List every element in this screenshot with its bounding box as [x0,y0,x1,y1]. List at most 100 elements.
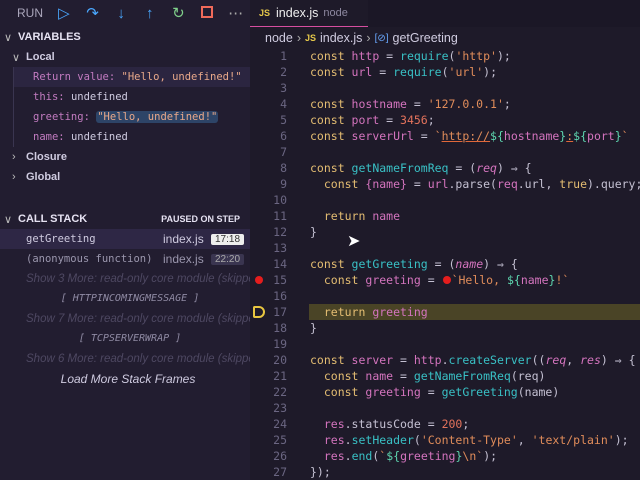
variable-symbol-icon: [⊘] [374,32,389,44]
line-text: const server = http.createServer((req, r… [310,352,636,368]
step-out-icon[interactable]: ↑ [135,5,164,22]
code-token: = [406,97,428,111]
code-token: const [310,129,352,143]
code-token: 'Content-Type' [420,433,518,447]
stack-frame[interactable]: (anonymous function) index.js 22:20 [0,249,250,269]
code-token: name [372,209,401,223]
code-token: url [427,177,449,191]
scope-local[interactable]: ∨ Local [0,47,250,67]
code-token: req [545,353,567,367]
variable-item[interactable]: greeting: "Hello, undefined!" [13,107,250,127]
variable-item[interactable]: Return value: "Hello, undefined!" [13,67,250,87]
code-line: 9 const {name} = url.parse(req.url, true… [250,176,640,192]
variable-name: name [33,131,59,143]
variable-item[interactable]: this: undefined [13,87,250,107]
load-more-stack-frames[interactable]: Load More Stack Frames [0,369,250,389]
code-token: return [310,305,373,319]
code-line: 21 const name = getNameFromReq(req) [250,368,640,384]
code-token: req [476,161,497,175]
code-token: ) ⇒ { [483,257,518,271]
line-number: 19 [273,337,287,351]
frame-function: (anonymous function) [26,253,153,265]
code-token: ; [462,417,470,431]
breadcrumb-item[interactable]: index.js [320,31,362,45]
show-more-frames[interactable]: Show 7 More: read-only core module (skip… [0,309,250,329]
stop-icon[interactable] [193,5,222,22]
code-token: }); [310,465,331,479]
scope-closure[interactable]: › Closure [0,147,250,167]
code-token: (( [531,353,546,367]
call-stack-header[interactable]: ∨ CALL STACK PAUSED ON STEP [0,209,250,229]
line-text: const hostname = '127.0.0.1'; [310,96,511,112]
code-token: server [351,353,394,367]
code-token: res [310,433,345,447]
show-more-frames[interactable]: Show 6 More: read-only core module (skip… [0,349,250,369]
code-token: const [310,177,366,191]
line-number: 23 [273,401,287,415]
line-text: const port = 3456; [310,112,435,128]
code-token: = [393,353,414,367]
tab-description: node [323,7,348,19]
code-token: .statusCode = [344,417,442,431]
code-token: . [441,353,449,367]
code-token: ) ⇒ { [600,353,636,367]
code-token: require [393,65,442,79]
code-line: 15 const greeting = `Hello, ${name}!` [250,272,640,288]
line-number: 9 [280,177,287,191]
code-token: name [455,257,484,271]
variables-header[interactable]: ∨ VARIABLES [0,27,250,47]
code-token: port [587,129,615,143]
step-into-icon[interactable]: ↓ [107,5,136,22]
inline-breakpoint-icon[interactable] [442,276,451,284]
code-line: 24 res.statusCode = 200; [250,416,640,432]
breadcrumb-item[interactable]: getGreeting [393,31,458,45]
variable-name: Return value [33,71,109,83]
chevron-down-icon: ∨ [4,213,13,226]
tab-index-js[interactable]: JS index.js node [250,0,368,27]
step-over-icon[interactable]: ↷ [78,4,107,22]
continue-icon[interactable]: ▷ [50,4,79,22]
code-token: res [580,353,601,367]
breadcrumb-item[interactable]: node [265,31,293,45]
stack-frame[interactable]: getGreeting index.js 17:18 [0,229,250,249]
scope-global[interactable]: › Global [0,167,250,187]
line-number: 8 [280,161,287,175]
line-number: 5 [280,113,287,127]
code-token: 200 [441,417,463,431]
scope-label: Local [26,51,55,63]
line-text: const greeting = `Hello, ${name}!` [310,272,569,288]
code-token: const [310,353,352,367]
more-icon[interactable]: ⋯ [221,4,250,22]
variables-title: VARIABLES [18,31,81,43]
code-token: 'text/plain' [531,433,615,447]
code-line: 14 const getGreeting = (name) ⇒ { [250,256,640,272]
code-line: 6 const serverUrl = `http://${hostname}:$… [250,128,640,144]
line-number: 12 [273,225,287,239]
code-line: 13 [250,240,640,256]
code-line: 22 const greeting = getGreeting(name) [250,384,640,400]
code-token: \n` [462,449,484,463]
line-text: res.statusCode = 200; [310,416,469,432]
line-number: 7 [280,145,287,159]
code-token: port [351,113,380,127]
code-line: 8 const getNameFromReq = (req) ⇒ { [250,160,640,176]
show-more-frames[interactable]: Show 3 More: read-only core module (skip… [0,269,250,289]
code-token: ` [434,129,442,143]
code-token: http [413,353,442,367]
code-token: ) ⇒ { [496,161,532,175]
debug-toolbar: RUN ▷ ↷ ↓ ↑ ↻ ⋯ [0,0,250,26]
code-line: 7 [250,144,640,160]
code-token: ( [413,433,421,447]
code-token: = [420,273,442,287]
variable-item[interactable]: name: undefined [13,127,250,147]
chevron-right-icon: › [296,31,301,45]
code-token: = [393,369,414,383]
code-token: setHeader [351,433,414,447]
line-text: res.setHeader('Content-Type', 'text/plai… [310,432,629,448]
restart-icon[interactable]: ↻ [164,4,193,22]
chevron-right-icon: › [12,171,16,183]
code-token: end [351,449,373,463]
line-number: 1 [280,49,287,63]
chevron-down-icon: ∨ [4,31,13,44]
code-line: 19 [250,336,640,352]
